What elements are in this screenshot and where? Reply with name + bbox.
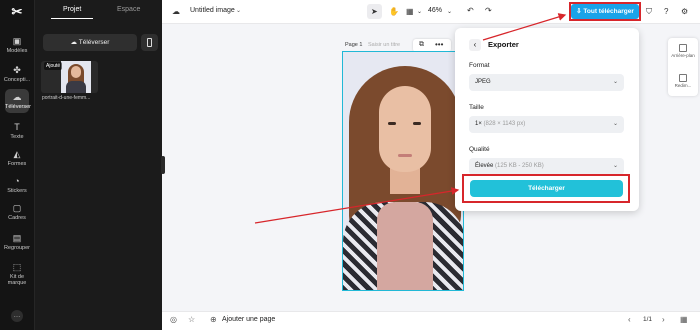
- rail-item-group[interactable]: ▤ Regrouper: [0, 233, 34, 251]
- format-label: Format: [469, 62, 490, 69]
- phone-icon: [147, 38, 152, 47]
- upload-cloud-icon: ☁: [70, 39, 79, 46]
- undo-icon[interactable]: ↶: [467, 6, 474, 15]
- layout-icon[interactable]: ▦: [406, 7, 414, 16]
- rail-item-frames[interactable]: ▢ Cadres: [0, 203, 34, 221]
- shield-icon[interactable]: ⛉: [646, 7, 652, 17]
- asset-thumbnail-image: [61, 61, 91, 93]
- add-page-button[interactable]: Ajouter une page: [222, 316, 275, 323]
- logo-icon[interactable]: ✂: [8, 5, 26, 19]
- help-icon[interactable]: ?: [664, 7, 668, 16]
- rail-item-brand-kit[interactable]: ⬚ Kit de marque: [0, 262, 34, 286]
- layers-icon[interactable]: ◎: [170, 315, 177, 324]
- rail-item-label: Modèles: [6, 48, 28, 54]
- resize-tool[interactable]: Redim...: [668, 74, 698, 88]
- page-label: Page 1: [345, 42, 363, 48]
- gear-icon[interactable]: ⚙: [681, 7, 688, 16]
- rail-item-upload[interactable]: ☁ Téléverser: [0, 89, 34, 113]
- chevron-down-icon[interactable]: ⌄: [417, 8, 422, 15]
- rail-item-label: Kit de marque: [7, 274, 27, 286]
- cursor-icon: ➤: [371, 7, 378, 16]
- duplicate-page-icon[interactable]: ⧉: [419, 41, 424, 49]
- prev-page-icon[interactable]: ‹: [628, 315, 631, 324]
- upload-button[interactable]: ☁ Téléverser: [43, 34, 137, 51]
- frame-icon: ▢: [12, 203, 22, 213]
- format-value: JPEG: [475, 79, 491, 85]
- size-detail: (828 × 1143 px): [483, 121, 526, 127]
- tab-space[interactable]: Espace: [117, 6, 140, 13]
- back-button[interactable]: ‹: [469, 39, 481, 51]
- chevron-down-icon: ⌄: [612, 79, 618, 85]
- quality-label: Qualité: [469, 146, 490, 153]
- page-title-input[interactable]: Saisir un titre: [368, 42, 400, 48]
- highlight-box-export-all: [569, 2, 641, 21]
- sticker-icon: ◔: [14, 176, 20, 186]
- redo-icon[interactable]: ↷: [485, 6, 492, 15]
- format-select[interactable]: JPEG ⌄: [469, 74, 624, 91]
- document-title[interactable]: Untitled image: [190, 7, 235, 14]
- grid-view-icon[interactable]: ▦: [680, 315, 688, 324]
- asset-filename: portrait-d-une-femm...: [42, 95, 91, 101]
- asset-added-badge: Ajouté: [44, 62, 63, 70]
- zoom-level[interactable]: 46%: [428, 7, 442, 14]
- chevron-down-icon[interactable]: ⌄: [236, 7, 241, 14]
- rail-item-label: Stickers: [7, 188, 27, 194]
- quality-value: Élevée: [475, 163, 494, 169]
- rail-item-design[interactable]: ✤ Concepti...: [0, 65, 34, 83]
- quality-detail: (125 KB - 250 KB): [495, 163, 544, 169]
- rail-item-label: Regrouper: [4, 245, 30, 251]
- rail-item-label: Téléverser: [5, 104, 31, 110]
- chevron-down-icon[interactable]: ⌄: [447, 8, 452, 15]
- rail-item-label: Concepti...: [3, 77, 31, 83]
- highlight-box-download: [462, 174, 630, 203]
- rail-item-stickers[interactable]: ◔ Stickers: [0, 176, 34, 194]
- size-select[interactable]: 1× (828 × 1143 px) ⌄: [469, 116, 624, 133]
- rail-item-active-bg: ☁ Téléverser: [5, 89, 31, 113]
- chevron-down-icon: ⌄: [612, 121, 618, 127]
- phone-upload-button[interactable]: [141, 34, 158, 51]
- left-rail: ✂ ▣ Modèles ✤ Concepti... ☁ Téléverser T…: [0, 0, 34, 330]
- side-panel: Projet Espace ☁ Téléverser Ajouté portra…: [34, 0, 162, 330]
- tab-underline: [51, 18, 93, 19]
- upload-button-label: Téléverser: [78, 39, 110, 46]
- resize-label: Redim...: [674, 83, 692, 88]
- size-value: 1×: [475, 121, 482, 127]
- upload-cloud-icon: ☁: [12, 92, 22, 102]
- chevron-down-icon: ⌄: [612, 163, 618, 169]
- export-title: Exporter: [488, 40, 519, 49]
- rail-item-label: Formes: [7, 161, 27, 167]
- background-remover[interactable]: Arrière-plan: [668, 44, 698, 58]
- background-label: Arrière-plan: [671, 53, 695, 58]
- rail-item-text[interactable]: T Texte: [0, 122, 34, 140]
- design-icon: ✤: [13, 65, 21, 75]
- text-icon: T: [14, 122, 20, 132]
- background-icon: [679, 44, 687, 52]
- more-icon[interactable]: …: [11, 310, 23, 322]
- add-page-icon[interactable]: ⊕: [210, 315, 217, 324]
- brand-kit-icon: ⬚: [12, 262, 22, 272]
- rail-item-templates[interactable]: ▣ Modèles: [0, 36, 34, 54]
- shapes-icon: ◭: [13, 149, 21, 159]
- page-counter: 1/1: [643, 316, 653, 323]
- quick-actions-panel: Arrière-plan Redim...: [668, 38, 698, 96]
- size-label: Taille: [469, 104, 484, 111]
- templates-icon: ▣: [12, 36, 22, 46]
- quality-select[interactable]: Élevée (125 KB - 250 KB) ⌄: [469, 158, 624, 175]
- star-icon[interactable]: ☆: [188, 315, 195, 324]
- group-icon: ▤: [12, 233, 22, 243]
- cloud-save-icon[interactable]: ☁: [172, 7, 180, 16]
- hand-icon[interactable]: ✋: [389, 7, 399, 16]
- more-options-icon[interactable]: •••: [435, 40, 443, 49]
- rail-item-label: Cadres: [8, 215, 26, 221]
- rail-item-label: Texte: [10, 134, 24, 140]
- next-page-icon[interactable]: ›: [662, 315, 665, 324]
- resize-icon: [679, 74, 687, 82]
- canvas-photo[interactable]: [342, 51, 464, 291]
- panel-collapse-handle[interactable]: [161, 156, 165, 174]
- rail-item-shapes[interactable]: ◭ Formes: [0, 149, 34, 167]
- tab-project[interactable]: Projet: [63, 6, 81, 13]
